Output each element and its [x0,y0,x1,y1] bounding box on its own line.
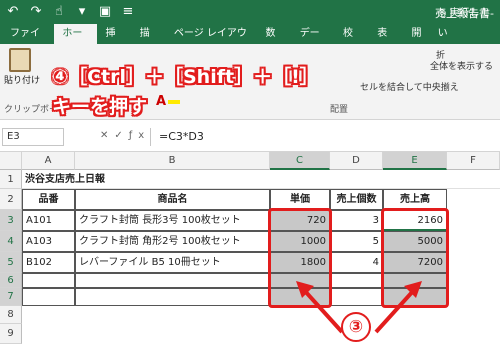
undo-icon[interactable]: ↶ [6,4,20,19]
header-cell-product[interactable]: 商品名 [75,189,270,210]
header-cell-unit-price[interactable]: 単価 [270,189,330,210]
dropdown-icon[interactable]: ▾ [75,4,89,19]
title-bar: ↶ ↷ ☝ ▾ ▣ ≡ 売上報告書- [0,0,500,24]
merge-center-label: セルを結合して中央揃え [360,83,459,93]
name-box[interactable]: E3 [2,128,64,146]
row-header-7[interactable]: 7 [0,288,22,306]
row-header-1[interactable]: 1 [0,170,22,189]
wrap-text-label: 全体を表示する [430,62,494,72]
row-header-6[interactable]: 6 [0,273,22,288]
touch-mode-icon[interactable]: ☝ [52,4,66,19]
table-cell[interactable] [22,288,75,306]
sheet-title-cell[interactable]: 渋谷支店売上日報 [22,170,500,189]
table-cell[interactable] [75,288,270,306]
paste-button[interactable]: 貼り付け [4,48,41,86]
column-header-e[interactable]: E [383,152,447,170]
save-icon[interactable]: ▣ [98,4,112,19]
column-header-d[interactable]: D [330,152,383,170]
column-header-c[interactable]: C [270,152,330,170]
formula-input[interactable]: =C3*D3 [150,128,498,146]
redo-icon[interactable]: ↷ [29,4,43,19]
ribbon-tabs: ファイル ホーム 挿入 描画 ページ レイアウト 数式 データ 校閲 表示 開発… [0,8,500,59]
tab-review[interactable]: 校閲 [335,24,369,59]
row-header-8[interactable]: 8 [0,306,22,324]
table-cell[interactable]: 4 [330,252,383,273]
orientation-label: 折 [436,51,446,61]
tab-view[interactable]: 表示 [369,24,403,59]
arrow-to-sales-icon [374,281,422,334]
table-cell[interactable]: 3 [330,210,383,231]
tab-draw[interactable]: 描画 [132,24,166,59]
formula-bar: E3 ✕✓ƒx =C3*D3 [0,120,500,152]
alignment-group-label: 配置 [330,105,349,115]
table-cell[interactable]: クラフト封筒 角形2号 100枚セット [75,231,270,252]
font-color-icon[interactable]: A [156,94,166,109]
table-cell[interactable]: 5 [330,231,383,252]
tab-developer[interactable]: 開発 [403,24,437,59]
callout-shortcut: ④［Ctrl］＋［Shift］＋［!］ [52,66,319,88]
header-cell-sales[interactable]: 売上高 [383,189,447,210]
merge-center-button[interactable]: セルを結合して中央揃え [360,80,459,93]
table-cell[interactable]: クラフト封筒 長形3号 100枚セット [75,210,270,231]
row-header-5[interactable]: 5 [0,252,22,273]
cancel-icon[interactable]: ✕ [100,130,114,141]
table-cell[interactable] [75,273,270,288]
tab-page-layout[interactable]: ページ レイアウト [166,24,258,59]
paste-label: 貼り付け [4,76,41,86]
step-number-badge: ③ [341,312,371,342]
quick-access-toolbar: ↶ ↷ ☝ ▾ ▣ ≡ [6,4,135,19]
tell-me-search[interactable]: ◎ 実行したい [438,4,500,44]
clipboard-icon [9,48,31,72]
fill-color-icon[interactable] [168,100,180,104]
table-cell[interactable]: B102 [22,252,75,273]
header-cell-part-no[interactable]: 品番 [22,189,75,210]
column-header-b[interactable]: B [75,152,270,170]
tab-insert[interactable]: 挿入 [97,24,131,59]
table-cell[interactable]: A103 [22,231,75,252]
customize-icon[interactable]: ≡ [121,4,135,19]
row-header-3[interactable]: 3 [0,210,22,231]
row-header-2[interactable]: 2 [0,189,22,210]
enter-icon[interactable]: ✓ [114,130,128,141]
select-all-corner[interactable] [0,152,22,170]
tab-home[interactable]: ホーム [54,24,98,59]
lightbulb-icon: ◎ [437,8,450,19]
tab-file[interactable]: ファイル [2,24,54,59]
formula-icons: ✕✓ƒx [100,130,150,141]
callout-press-key: キーを押す [52,96,148,118]
table-cell[interactable] [22,273,75,288]
table-cell[interactable]: レバーファイル B5 10冊セット [75,252,270,273]
table-cell[interactable]: A101 [22,210,75,231]
header-cell-quantity[interactable]: 売上個数 [330,189,383,210]
tab-data[interactable]: データ [292,24,335,59]
column-header-f[interactable]: F [447,152,500,170]
worksheet-grid: A B C D E F 1 2 3 4 5 6 7 8 9 渋谷支店売上日報 品… [0,152,500,344]
row-header-4[interactable]: 4 [0,231,22,252]
tab-formulas[interactable]: 数式 [257,24,291,59]
column-header-a[interactable]: A [22,152,75,170]
fx-icon[interactable]: ƒx [129,130,150,141]
row-header-9[interactable]: 9 [0,324,22,344]
